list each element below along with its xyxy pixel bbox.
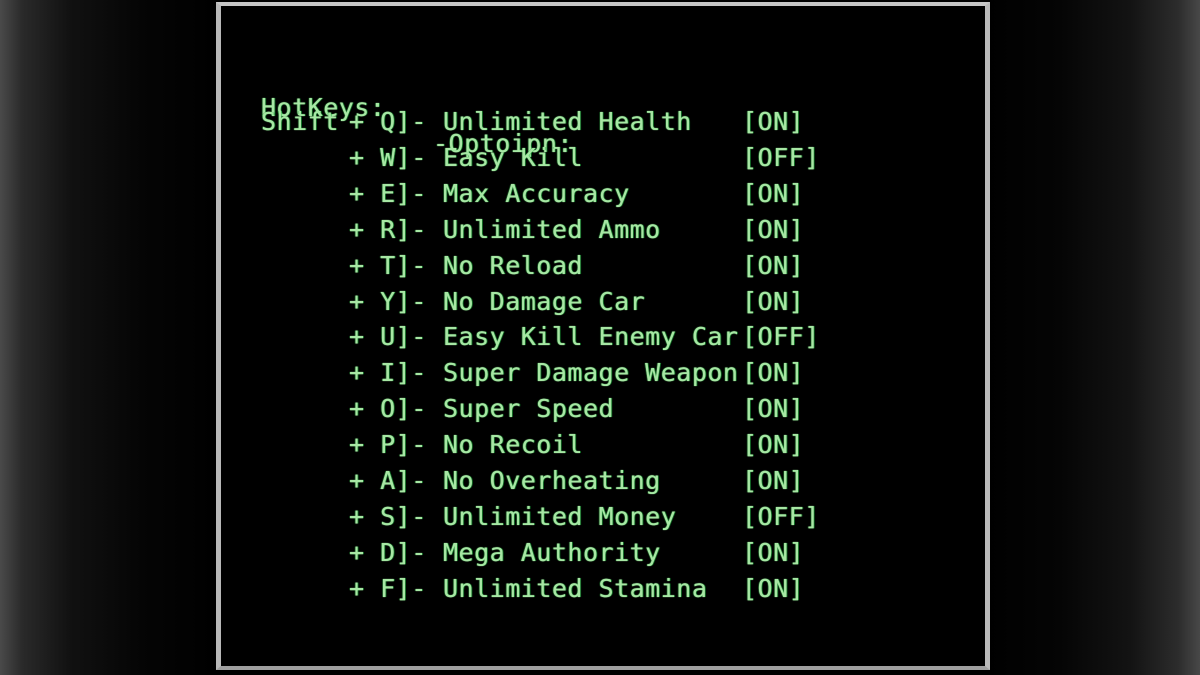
cheat-row[interactable]: + P]- No Recoil [ON] [221, 427, 985, 463]
cheat-row[interactable]: + O]- Super Speed [ON] [221, 391, 985, 427]
option-state-badge[interactable]: [ON] [742, 284, 882, 320]
option-state-badge[interactable]: [ON] [742, 535, 882, 571]
option-state-badge[interactable]: [ON] [742, 104, 882, 140]
option-state-badge[interactable]: [OFF] [742, 140, 882, 176]
column-header-row: HotKeys: -Optoipn: [221, 54, 985, 158]
cheat-row[interactable]: + I]- Super Damage Weapon [ON] [221, 355, 985, 391]
cheat-row[interactable]: + R]- Unlimited Ammo [ON] [221, 212, 985, 248]
option-state-badge[interactable]: [ON] [742, 571, 882, 607]
option-state-badge[interactable]: [OFF] [742, 319, 882, 355]
option-state-badge[interactable]: [ON] [742, 212, 882, 248]
option-state-badge[interactable]: [ON] [742, 248, 882, 284]
option-state-badge[interactable]: [ON] [742, 176, 882, 212]
cheat-row[interactable]: + W]- Easy Kill [OFF] [221, 140, 985, 176]
option-state-badge[interactable]: [ON] [742, 427, 882, 463]
option-state-badge[interactable]: [ON] [742, 391, 882, 427]
cheat-row[interactable]: + U]- Easy Kill Enemy Car [OFF] [221, 319, 985, 355]
console-text-area: HotKeys: -Optoipn: Shift + Q]- Unlimited H… [221, 6, 985, 666]
console-window: HotKeys: -Optoipn: Shift + Q]- Unlimited H… [216, 2, 990, 670]
cheat-row[interactable]: + D]- Mega Authority [ON] [221, 535, 985, 571]
cheat-row[interactable]: + T]- No Reload [ON] [221, 248, 985, 284]
option-state-badge[interactable]: [ON] [742, 463, 882, 499]
cheat-row[interactable]: + F]- Unlimited Stamina [ON] [221, 571, 985, 607]
cheat-row[interactable]: + A]- No Overheating [ON] [221, 463, 985, 499]
cheat-row[interactable]: + Y]- No Damage Car [ON] [221, 284, 985, 320]
cheat-row[interactable]: + E]- Max Accuracy [ON] [221, 176, 985, 212]
cheat-row[interactable]: Shift + Q]- Unlimited Health [ON] [221, 104, 985, 140]
option-state-badge[interactable]: [ON] [742, 355, 882, 391]
option-state-badge[interactable]: [OFF] [742, 499, 882, 535]
cheat-row[interactable]: + S]- Unlimited Money [OFF] [221, 499, 985, 535]
screen-canvas: HotKeys: -Optoipn: Shift + Q]- Unlimited H… [0, 0, 1200, 675]
